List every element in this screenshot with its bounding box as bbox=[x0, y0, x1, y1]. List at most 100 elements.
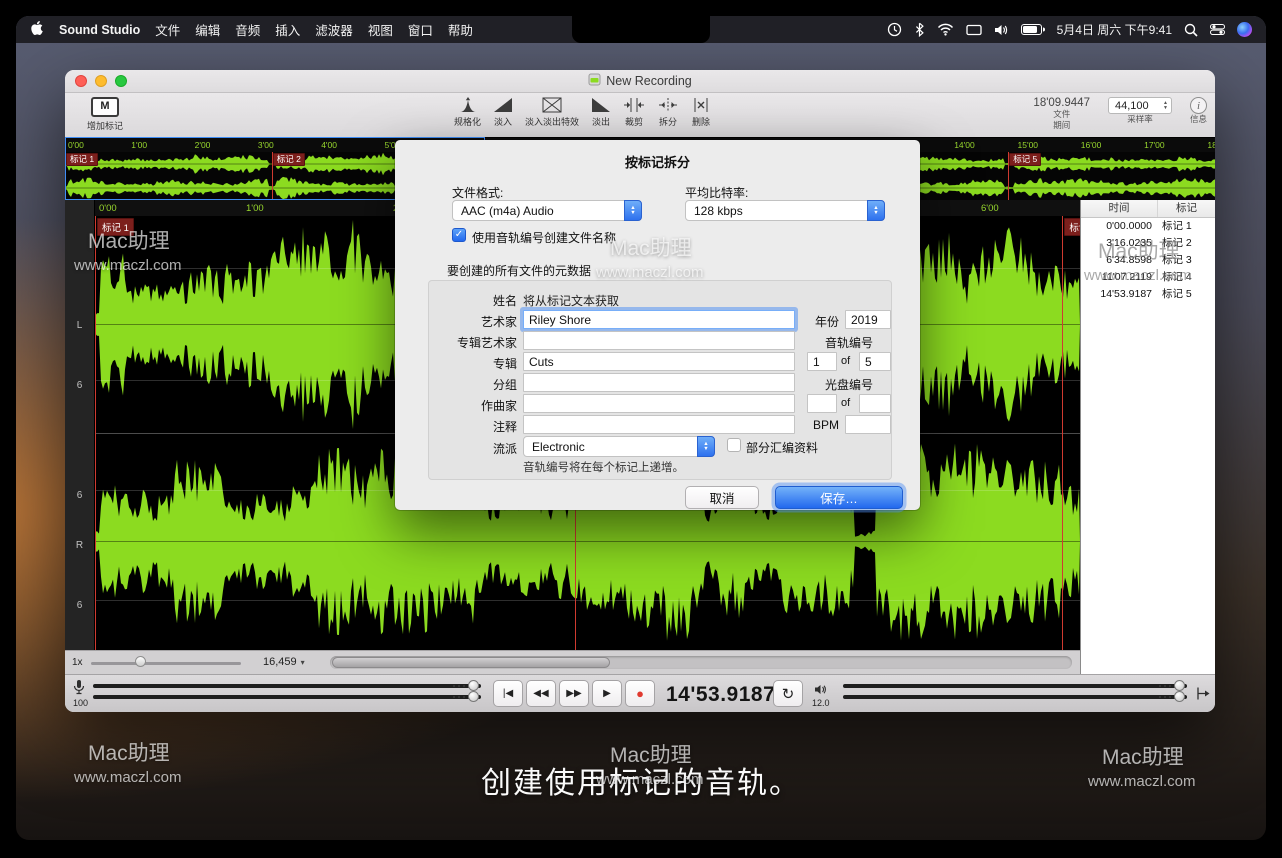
search-icon[interactable] bbox=[1184, 23, 1198, 37]
file-format-dropdown[interactable]: AAC (m4a) Audio ▲▼ bbox=[452, 200, 642, 221]
compilation-label: 部分汇编资料 bbox=[746, 439, 818, 456]
menu-view[interactable]: 视图 bbox=[368, 20, 393, 39]
fade-in-button[interactable]: 淡入 bbox=[490, 97, 516, 128]
play-button[interactable]: ▶ bbox=[592, 680, 622, 707]
marker-flag[interactable]: 标记 5 bbox=[1009, 153, 1041, 166]
artist-field[interactable] bbox=[523, 310, 795, 329]
control-center-icon[interactable] bbox=[1210, 24, 1225, 35]
composer-field[interactable] bbox=[523, 394, 795, 413]
menu-edit[interactable]: 编辑 bbox=[195, 20, 220, 39]
minimize-button[interactable] bbox=[95, 75, 107, 87]
zoom-slider[interactable] bbox=[91, 662, 241, 665]
camera-notch bbox=[572, 16, 710, 43]
sample-rate-stepper[interactable]: 44,100 ▲▼ bbox=[1108, 97, 1172, 114]
crop-button[interactable]: 裁剪 bbox=[620, 97, 648, 128]
marker-flag[interactable]: 标记 3 bbox=[1064, 218, 1080, 236]
menu-audio[interactable]: 音频 bbox=[235, 20, 260, 39]
markers-panel-header[interactable]: 时间 标记 bbox=[1081, 200, 1215, 218]
time-column-header[interactable]: 时间 bbox=[1081, 200, 1158, 217]
dialog-title: 按标记拆分 bbox=[395, 140, 920, 171]
menu-help[interactable]: 帮助 bbox=[448, 20, 473, 39]
track-increment-note: 音轨编号将在每个标记上递增。 bbox=[523, 459, 684, 475]
horizontal-scrollbar[interactable] bbox=[330, 656, 1072, 669]
zoom-row: 1x 16,459 ▾ bbox=[65, 650, 1080, 674]
album-artist-field[interactable] bbox=[523, 331, 795, 350]
marker-name-cell: 标记 1 bbox=[1157, 218, 1215, 235]
input-slider-left[interactable] bbox=[93, 684, 481, 688]
delete-button[interactable]: 删除 bbox=[688, 97, 714, 128]
info-control: i 信息 bbox=[1190, 97, 1207, 125]
split-button[interactable]: 拆分 bbox=[654, 97, 682, 128]
marker-column-header[interactable]: 标记 bbox=[1158, 200, 1215, 217]
loop-button[interactable]: ↻ bbox=[773, 680, 803, 707]
marker-time-cell: 0'00.0000 bbox=[1081, 218, 1157, 235]
save-button[interactable]: 保存… bbox=[775, 486, 903, 509]
marker-row[interactable]: 6'34.8598标记 3 bbox=[1081, 252, 1215, 269]
add-marker-button[interactable]: M 增加标记 bbox=[87, 97, 123, 132]
overview-ruler-label: 2'00 bbox=[195, 140, 211, 150]
marker-flag[interactable]: 标记 1 bbox=[66, 153, 98, 166]
fade-out-button[interactable]: 淡出 bbox=[588, 97, 614, 128]
marker-row[interactable]: 3'16.0235标记 2 bbox=[1081, 235, 1215, 252]
use-track-numbers-checkbox[interactable]: ✓ bbox=[452, 228, 466, 242]
comment-field[interactable] bbox=[523, 415, 795, 434]
bluetooth-icon[interactable] bbox=[914, 22, 925, 37]
wifi-icon[interactable] bbox=[937, 23, 954, 36]
fast-forward-button[interactable]: ▶▶ bbox=[559, 680, 589, 707]
title-bar[interactable]: New Recording bbox=[65, 70, 1215, 93]
normalize-button[interactable]: 规格化 bbox=[451, 97, 484, 128]
battery-icon[interactable] bbox=[1021, 24, 1045, 35]
album-field[interactable] bbox=[523, 352, 795, 371]
marker-row[interactable]: 11'07.2119标记 4 bbox=[1081, 269, 1215, 286]
track-total-field[interactable] bbox=[859, 352, 891, 371]
slider-knob[interactable] bbox=[1174, 680, 1185, 691]
apple-menu-icon[interactable] bbox=[30, 21, 44, 38]
input-slider-right[interactable] bbox=[93, 695, 481, 699]
menubar-clock[interactable]: 5月4日 周六 下午9:41 bbox=[1057, 21, 1172, 38]
scrollbar-thumb[interactable] bbox=[332, 657, 610, 668]
menu-filter[interactable]: 滤波器 bbox=[315, 20, 353, 39]
mic-level-value: 100 bbox=[73, 698, 88, 708]
menu-window[interactable]: 窗口 bbox=[408, 20, 433, 39]
output-slider-right[interactable] bbox=[843, 695, 1187, 699]
maximize-button[interactable] bbox=[115, 75, 127, 87]
slider-knob[interactable] bbox=[468, 680, 479, 691]
slider-knob[interactable] bbox=[468, 691, 479, 702]
slider-knob[interactable] bbox=[1174, 691, 1185, 702]
normalize-icon bbox=[458, 97, 478, 113]
siri-icon[interactable] bbox=[1237, 22, 1252, 37]
skip-back-button[interactable]: |◀ bbox=[493, 680, 523, 707]
marker-row[interactable]: 0'00.0000标记 1 bbox=[1081, 218, 1215, 235]
zoom-value-dropdown[interactable]: 16,459 ▾ bbox=[263, 656, 305, 668]
marker-flag[interactable]: 标记 1 bbox=[97, 218, 134, 236]
display-icon[interactable] bbox=[966, 24, 982, 36]
fade-effects-button[interactable]: 淡入淡出特效 bbox=[522, 97, 582, 128]
bitrate-dropdown[interactable]: 128 kbps ▲▼ bbox=[685, 200, 885, 221]
track-number-field[interactable] bbox=[807, 352, 837, 371]
menu-insert[interactable]: 插入 bbox=[275, 20, 300, 39]
volume-icon[interactable] bbox=[994, 24, 1009, 36]
bpm-field[interactable] bbox=[845, 415, 891, 434]
app-menu-title[interactable]: Sound Studio bbox=[59, 23, 140, 37]
zoom-slider-knob[interactable] bbox=[135, 656, 146, 667]
output-routing-icon[interactable] bbox=[1196, 686, 1211, 706]
marker-row[interactable]: 14'53.9187标记 5 bbox=[1081, 286, 1215, 303]
genre-dropdown[interactable]: Electronic ▲▼ bbox=[523, 436, 715, 457]
disc-total-field[interactable] bbox=[859, 394, 891, 413]
close-button[interactable] bbox=[75, 75, 87, 87]
compilation-checkbox[interactable] bbox=[727, 438, 741, 452]
cancel-button[interactable]: 取消 bbox=[685, 486, 759, 509]
year-field[interactable] bbox=[845, 310, 891, 329]
rewind-button[interactable]: ◀◀ bbox=[526, 680, 556, 707]
chevron-down-icon: ▾ bbox=[301, 658, 305, 667]
dropdown-arrows-icon: ▲▼ bbox=[697, 436, 715, 457]
output-slider-left[interactable] bbox=[843, 684, 1187, 688]
disc-number-field[interactable] bbox=[807, 394, 837, 413]
time-machine-icon[interactable] bbox=[887, 22, 902, 37]
grouping-field[interactable] bbox=[523, 373, 795, 392]
split-by-markers-dialog: 按标记拆分 文件格式: AAC (m4a) Audio ▲▼ 平均比特率: 12… bbox=[395, 140, 920, 510]
marker-flag[interactable]: 标记 2 bbox=[273, 153, 305, 166]
menu-file[interactable]: 文件 bbox=[155, 20, 180, 39]
info-button[interactable]: i bbox=[1190, 97, 1207, 114]
record-button[interactable]: ● bbox=[625, 680, 655, 707]
